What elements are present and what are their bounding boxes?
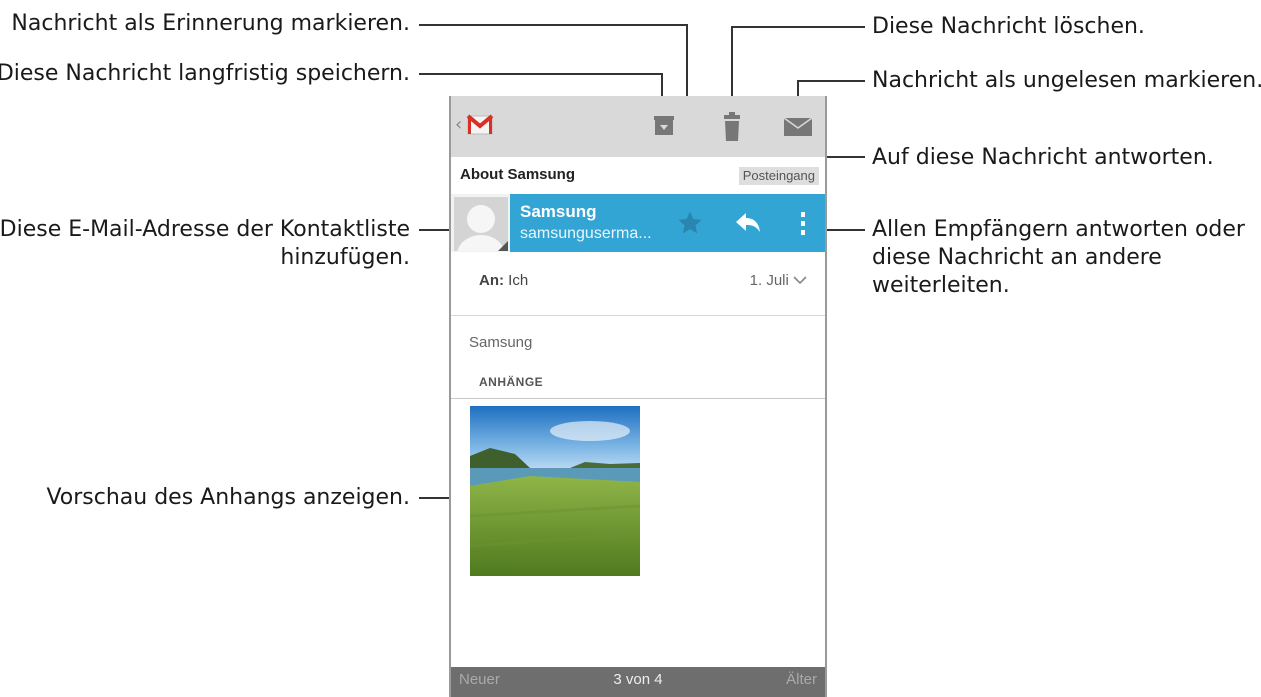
email-body: Samsung <box>469 334 533 351</box>
leader-line-archive <box>419 73 662 75</box>
leader-line-delete <box>731 26 865 28</box>
message-position: 3 von 4 <box>613 671 663 688</box>
sender-name: Samsung <box>520 202 597 221</box>
back-chevron-icon[interactable]: ‹ <box>455 114 462 135</box>
callout-delete: Diese Nachricht löschen. <box>872 14 1145 39</box>
leader-line-unread <box>797 80 865 82</box>
sender-info[interactable]: Samsung samsunguserma... <box>510 194 825 252</box>
gmail-logo-icon[interactable] <box>465 109 495 139</box>
callout-unread: Nachricht als ungelesen markieren. <box>872 68 1261 93</box>
attachments-heading: ANHÄNGE <box>479 375 544 389</box>
trash-icon[interactable] <box>717 110 747 148</box>
callout-more-3: weiterleiten. <box>872 273 1010 298</box>
callout-add-contact-2: hinzufügen. <box>280 245 410 270</box>
more-options-icon[interactable] <box>798 210 808 242</box>
callout-archive: Diese Nachricht langfristig speichern. <box>0 61 410 86</box>
callout-preview: Vorschau des Anhangs anzeigen. <box>46 485 410 510</box>
callout-more-2: diese Nachricht an andere <box>872 245 1162 270</box>
callout-reply: Auf diese Nachricht antworten. <box>872 145 1214 170</box>
reply-icon[interactable] <box>734 210 762 240</box>
recipient-row[interactable]: An: Ich 1. Juli <box>451 252 825 316</box>
leader-line-reminder <box>419 24 687 26</box>
to-value: Ich <box>508 272 529 289</box>
email-date[interactable]: 1. Juli <box>750 272 807 289</box>
subject-row: About Samsung Posteingang <box>451 157 825 194</box>
callout-reminder: Nachricht als Erinnerung markieren. <box>11 11 410 36</box>
sender-bar: Samsung samsunguserma... <box>451 194 825 252</box>
star-icon[interactable] <box>676 209 704 241</box>
callout-more-1: Allen Empfängern antworten oder <box>872 217 1245 242</box>
date-text: 1. Juli <box>749 272 789 289</box>
attachment-thumbnail[interactable] <box>470 406 640 576</box>
action-bar: ‹ <box>451 96 825 157</box>
older-button[interactable]: Älter <box>786 671 817 688</box>
phone-screen: ‹ About Samsung Posteingang Samsung sams… <box>449 96 827 697</box>
contact-avatar[interactable] <box>454 197 508 251</box>
callout-add-contact-1: Diese E-Mail-Adresse der Kontaktliste <box>0 217 410 242</box>
chevron-down-icon <box>793 272 807 289</box>
folder-label[interactable]: Posteingang <box>738 167 819 185</box>
email-subject: About Samsung <box>460 166 575 183</box>
envelope-icon[interactable] <box>781 110 815 144</box>
navigation-bar: Neuer 3 von 4 Älter <box>451 667 825 697</box>
attachments-divider <box>451 398 825 399</box>
archive-icon[interactable] <box>649 110 679 144</box>
sender-email: samsunguserma... <box>520 225 652 242</box>
to-label: An: <box>479 272 504 289</box>
recipient-label: An: Ich <box>479 272 528 289</box>
